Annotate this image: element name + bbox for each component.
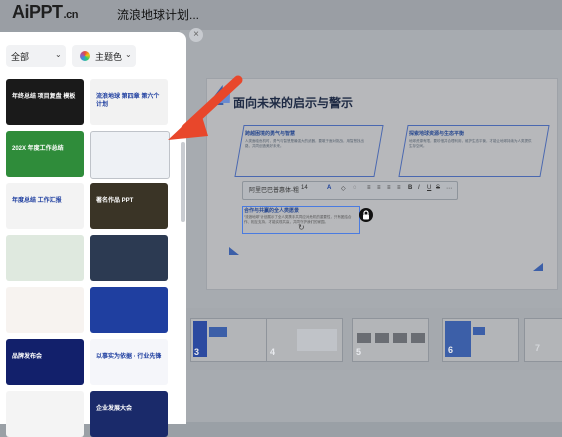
text-format-toolbar: 阿里巴巴普惠体-粗 14 A ◇ ◌ ≡ ≡ ≡ ≡ B I U S ⋯ — [242, 181, 458, 200]
template-card[interactable] — [6, 235, 84, 281]
chevron-down-icon: ⌄ — [55, 50, 62, 59]
corner-accent-right — [533, 263, 543, 271]
box2-heading[interactable]: 探索地球资源与生态平衡 — [409, 130, 464, 137]
template-card[interactable] — [90, 131, 170, 179]
template-card[interactable]: 202X 年度工作总结 — [6, 131, 84, 177]
category-select[interactable]: 全部 ⌄ — [6, 45, 66, 67]
template-card[interactable] — [6, 391, 84, 437]
box1-text[interactable]: 人类面临危机时，勇气与智慧是最强大的武器，要敢于面对挑战，用智慧找出路，共同创造… — [245, 139, 365, 149]
template-card[interactable] — [90, 235, 168, 281]
slide-thumbnail-6[interactable]: 6 — [442, 318, 519, 362]
template-card[interactable]: 流浪地球 第四章 第六个计划 — [90, 79, 168, 125]
template-card[interactable]: 年度总结 工作汇报 — [6, 183, 84, 229]
align-right-icon[interactable]: ≡ — [387, 185, 391, 191]
template-card-title: 年终总结 项目复盘 模板 — [12, 94, 76, 100]
template-card-title: 年度总结 工作汇报 — [12, 198, 62, 204]
template-card-title: 以事实为依据 · 行业先锋 — [96, 354, 162, 360]
bold-button[interactable]: B — [408, 185, 412, 191]
align-center-icon[interactable]: ≡ — [377, 185, 381, 191]
slide-thumbnail-5[interactable]: 5 — [352, 318, 429, 362]
document-title[interactable]: 流浪地球计划... — [117, 6, 199, 23]
slide-number: 5 — [356, 347, 362, 357]
more-options-icon[interactable]: ⋯ — [446, 185, 452, 192]
template-card[interactable]: 著名作品 PPT — [90, 183, 168, 229]
template-card[interactable]: 年终总结 项目复盘 模板 — [6, 79, 84, 125]
slide-thumbnail-7[interactable]: 7 — [524, 318, 562, 362]
align-left-icon[interactable]: ≡ — [367, 185, 371, 191]
logo-suffix: .cn — [63, 9, 79, 21]
panel-scrollbar[interactable] — [181, 142, 185, 222]
aippt-logo[interactable]: AiPPT.cn — [12, 2, 78, 23]
slide-title[interactable]: 面向未来的启示与警示 — [233, 94, 353, 111]
template-card-title: 202X 年度工作总结 — [12, 146, 64, 152]
template-card[interactable]: 企业发展大会 — [90, 391, 168, 437]
strikethrough-button[interactable]: S — [436, 185, 440, 191]
template-card[interactable] — [90, 287, 168, 333]
color-wheel-icon — [80, 51, 90, 61]
close-icon[interactable]: × — [189, 28, 203, 42]
logo-text: AiPPT — [12, 2, 63, 22]
highlight-icon[interactable]: ◇ — [341, 185, 346, 192]
italic-button[interactable]: I — [418, 185, 420, 191]
rotate-handle-icon[interactable]: ↻ — [298, 223, 305, 232]
chevron-down-icon: ⌄ — [125, 50, 132, 59]
template-card[interactable]: 以事实为依据 · 行业先锋 — [90, 339, 168, 385]
justify-icon[interactable]: ≡ — [397, 185, 401, 191]
slide-number: 4 — [270, 347, 276, 357]
template-card-title: 企业发展大会 — [96, 406, 133, 412]
underline-button[interactable]: U — [427, 185, 431, 191]
corner-accent-left — [229, 247, 239, 255]
slide-number: 6 — [448, 345, 454, 355]
slide-thumbnail-3[interactable]: 3 — [190, 318, 267, 362]
template-card[interactable]: 品牌发布会 — [6, 339, 84, 385]
slide-thumbnail-4[interactable]: 4 — [266, 318, 343, 362]
app-header: AiPPT.cn 流浪地球计划... — [0, 0, 562, 30]
theme-color-value: 主题色 — [95, 52, 123, 62]
template-card-title: 流浪地球 第四章 第六个计划 — [96, 94, 160, 108]
clear-format-icon[interactable]: ◌ — [353, 185, 357, 191]
slide-number: 7 — [535, 343, 541, 353]
font-family-select[interactable]: 阿里巴巴普惠体-粗 — [249, 185, 299, 194]
font-size-input[interactable]: 14 — [301, 185, 308, 191]
template-card[interactable] — [6, 287, 84, 333]
theme-color-select[interactable]: 主题色 ⌄ — [72, 45, 136, 67]
box2-text[interactable]: 地球资源有限，要珍惜并合理利用，维护生态平衡，才能让地球持续为人类提供生存空间。 — [409, 139, 533, 149]
template-card-title: 著名作品 PPT — [96, 198, 134, 204]
font-color-icon[interactable]: A — [327, 185, 331, 191]
category-select-value: 全部 — [11, 52, 30, 62]
template-panel: 全部 ⌄ 主题色 ⌄ 年终总结 项目复盘 模板 流浪地球 第四章 第六个计划 202… — [0, 32, 186, 437]
template-card-title: 品牌发布会 — [12, 354, 43, 360]
slide-number: 3 — [194, 347, 200, 357]
selected-heading[interactable]: 合作与共赢的全人类愿景 — [244, 207, 299, 214]
lock-icon[interactable] — [359, 208, 373, 222]
box1-heading[interactable]: 跨越困境的勇气与智慧 — [245, 130, 295, 137]
